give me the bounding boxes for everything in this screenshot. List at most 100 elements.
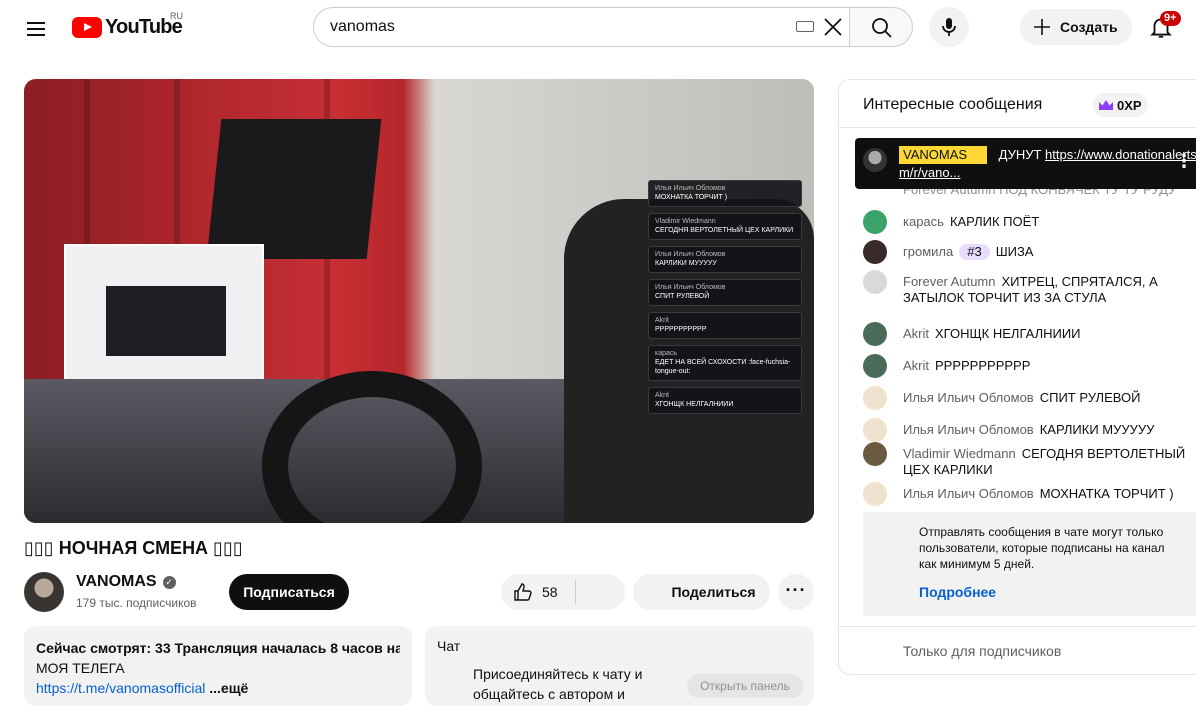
overlay-message: Илья Ильич Обломов КАРЛИКИ МУУУУУ (648, 246, 802, 273)
subscribers-only-notice: Отправлять сообщения в чате могут только… (863, 512, 1196, 616)
message-body: Forever Autumn ХИТРЕЦ, СПРЯТАЛСЯ, А ЗАТЫЛ… (903, 274, 1193, 306)
notification-badge: 9+ (1160, 11, 1181, 26)
message-author[interactable]: Илья Ильич Обломов (903, 422, 1034, 437)
keyboard-icon[interactable] (796, 21, 814, 32)
overlay-text: ЕДЕТ НА ВСЕЙ СХОХОСТИ :face-fuchsia-tong… (655, 359, 791, 375)
search-bar: vanomas (313, 7, 913, 47)
message-body: Vladimir Wiedmann СЕГОДНЯ ВЕРТОЛЕТНЫЙ ЦЕХ… (903, 446, 1193, 478)
author-avatar[interactable] (863, 270, 887, 294)
overlay-text: СЕГОДНЯ ВЕРТОЛЕТНЫЙ ЦЕХ КАРЛИКИ (655, 227, 794, 234)
chat-card-text: Присоединяйтесь к чату и общайтесь с авт… (473, 666, 643, 702)
menu-icon[interactable] (24, 17, 48, 41)
video-title: ▯▯▯ НОЧНАЯ СМЕНА ▯▯▯ (24, 538, 243, 558)
message-body: Akrit ХГОНЩК НЕЛГАЛНИИИ (903, 326, 1193, 342)
learn-more-link[interactable]: Подробнее (919, 584, 1183, 600)
message-body: Akrit РРРРРРРРРРР (903, 358, 1193, 374)
view-stats: Сейчас смотрят: 33 Трансляция началась 8… (36, 640, 400, 656)
message-text: КАРЛИК ПОЁТ (949, 214, 1040, 229)
author-avatar[interactable] (863, 418, 887, 442)
message-author[interactable]: Forever Autumn (903, 274, 996, 289)
message-text: РРРРРРРРРРР (935, 358, 1031, 373)
message-author[interactable]: Vladimir Wiedmann (903, 446, 1016, 461)
create-label: Создать (1060, 19, 1118, 35)
message-author[interactable]: Akrit (903, 358, 929, 373)
message-author[interactable]: громила (903, 244, 953, 259)
message-text: ШИЗА (995, 244, 1034, 259)
message-body: Илья Ильич Обломов СПИТ РУЛЕВОЙ (903, 390, 1193, 406)
show-more[interactable]: ...ещё (209, 680, 248, 696)
author-avatar[interactable] (863, 386, 887, 410)
like-button[interactable]: 58 (501, 574, 625, 610)
telegram-link[interactable]: https://t.me/vanomasofficial (36, 680, 205, 696)
author-avatar[interactable] (863, 210, 887, 234)
like-count: 58 (542, 584, 558, 600)
chat-card: Чат Присоединяйтесь к чату и общайтесь с… (425, 626, 814, 706)
overlay-message: Akrit РРРРРРРРРРР (648, 312, 802, 339)
pinned-menu-icon[interactable]: ⋮ (1175, 152, 1193, 170)
message-text: КАРЛИКИ МУУУУУ (1039, 422, 1155, 437)
chat-footer: Только для подписчиков (839, 626, 1196, 674)
share-button[interactable]: Поделиться (633, 574, 770, 610)
message-author[interactable]: карась (903, 214, 944, 229)
message-author[interactable]: Akrit (903, 326, 929, 341)
message-author[interactable]: Илья Ильич Обломов (903, 390, 1034, 405)
youtube-logo[interactable]: YouTube RU (72, 11, 183, 38)
message-body: громила #3 ШИЗА (903, 244, 1193, 260)
voice-search-button[interactable] (929, 7, 969, 47)
author-avatar[interactable] (863, 482, 887, 506)
overlay-author: Akrit (655, 317, 669, 324)
overlay-author: Vladimir Wiedmann (655, 218, 716, 225)
subscribe-button[interactable]: Подписаться (229, 574, 349, 610)
author-avatar[interactable] (863, 322, 887, 346)
plus-icon (1034, 19, 1050, 35)
overlay-author: Илья Ильич Обломов (655, 284, 726, 291)
message-text: СПИТ РУЛЕВОЙ (1039, 390, 1141, 405)
play-logo-icon (72, 16, 102, 38)
author-avatar[interactable] (863, 442, 887, 466)
search-button[interactable] (849, 7, 913, 47)
rank-badge: #3 (959, 244, 990, 260)
country-code: RU (170, 11, 183, 21)
description-line: МОЯ ТЕЛЕГА (36, 660, 125, 676)
pinned-message[interactable]: VANOMAS ДУНУТ https://www.donationalerts… (855, 138, 1196, 189)
overlay-text: РРРРРРРРРРР (655, 326, 707, 333)
microphone-icon (942, 18, 956, 36)
search-icon (872, 18, 892, 38)
author-avatar[interactable] (863, 240, 887, 264)
overlay-message: Илья Ильич Обломов МОХНАТКА ТОРЧИТ ) (648, 180, 802, 207)
description-box[interactable]: Сейчас смотрят: 33 Трансляция началась 8… (24, 626, 412, 706)
notice-text: Отправлять сообщения в чате могут только… (919, 525, 1165, 571)
xp-badge[interactable]: 0XP (1093, 93, 1148, 117)
more-actions-button[interactable]: ··· (778, 574, 814, 610)
masthead: YouTube RU vanomas Создать 9+ (0, 0, 1196, 56)
description-link-line: https://t.me/vanomasofficial ...ещё (36, 678, 400, 698)
overlay-author: Akrit (655, 392, 669, 399)
create-button[interactable]: Создать (1020, 9, 1132, 45)
search-input[interactable]: vanomas (313, 7, 850, 47)
like-divider (575, 580, 576, 604)
overlay-message: Akrit ХГОНЩК НЕЛГАЛНИИИ (648, 387, 802, 414)
chat-title[interactable]: Интересные сообщения (863, 96, 1042, 114)
overlay-text: ХГОНЩК НЕЛГАЛНИИИ (655, 401, 734, 408)
video-player[interactable]: Илья Ильич Обломов МОХНАТКА ТОРЧИТ ) Vladi… (24, 79, 814, 523)
channel-avatar[interactable] (24, 572, 64, 612)
channel-name[interactable]: VANOMAS ✓ (76, 573, 176, 591)
pinned-avatar (863, 148, 887, 172)
stream-chat-overlay: Илья Ильич Обломов МОХНАТКА ТОРЧИТ ) Vladi… (648, 180, 802, 420)
author-avatar[interactable] (863, 354, 887, 378)
message-text: МОХНАТКА ТОРЧИТ ) (1039, 486, 1174, 501)
thumbs-up-icon (514, 583, 532, 601)
live-chat-panel: Интересные сообщения 0XP Forever Autumn … (838, 79, 1196, 675)
chat-header: Интересные сообщения 0XP (839, 80, 1196, 128)
open-panel-button[interactable]: Открыть панель (687, 674, 803, 698)
subscribers-only-label: Только для подписчиков (903, 643, 1062, 659)
overlay-text: МОХНАТКА ТОРЧИТ ) (655, 194, 728, 201)
channel-name-text: VANOMAS (76, 573, 157, 590)
verified-icon: ✓ (162, 575, 176, 589)
clear-icon[interactable] (822, 16, 844, 38)
pinned-text: ДУНУТ (998, 147, 1042, 162)
overlay-text: СПИТ РУЛЕВОЙ (655, 293, 710, 300)
message-body: Илья Ильич Обломов МОХНАТКА ТОРЧИТ ) (903, 486, 1193, 502)
message-author[interactable]: Илья Ильич Обломов (903, 486, 1034, 501)
xp-value: 0XP (1117, 97, 1142, 113)
